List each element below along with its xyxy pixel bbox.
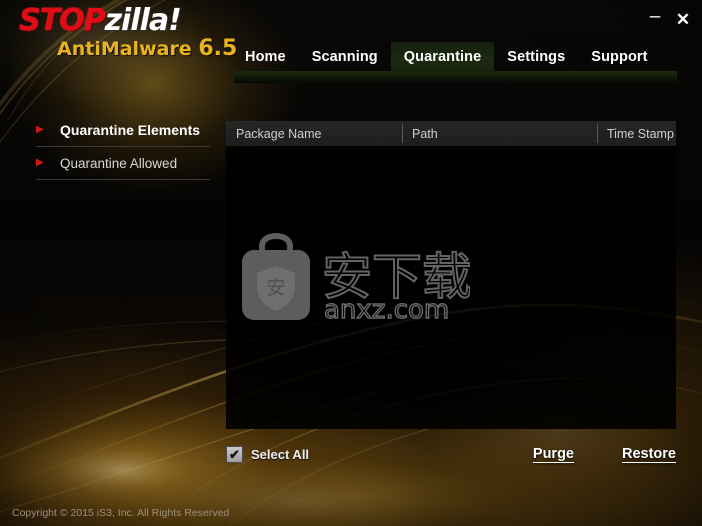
restore-button[interactable]: Restore [622, 446, 676, 462]
quarantine-table-panel: Package Name Path Time Stamp 安 安下载 anxz.… [226, 121, 676, 429]
window-controls: – ✕ [642, 4, 696, 35]
watermark-anxz: 安 安下载 anxz.com [242, 232, 470, 324]
sidebar-item-quarantine-elements[interactable]: ▶ Quarantine Elements [36, 114, 210, 147]
table-header-row: Package Name Path Time Stamp [226, 121, 676, 146]
chevron-right-icon: ▶ [36, 157, 44, 168]
svg-text:安: 安 [266, 277, 285, 299]
nav-tabs: Home Scanning Quarantine Settings Suppor… [232, 42, 661, 72]
watermark-domain-text: anxz.com [324, 295, 449, 324]
nav-underbar [234, 71, 677, 83]
sidebar-item-label: Quarantine Allowed [60, 155, 178, 171]
column-header-package-name[interactable]: Package Name [226, 121, 402, 146]
sidebar-item-quarantine-allowed[interactable]: ▶ Quarantine Allowed [36, 147, 210, 180]
sidebar: ▶ Quarantine Elements ▶ Quarantine Allow… [36, 114, 210, 180]
column-header-time-stamp[interactable]: Time Stamp [597, 121, 676, 146]
chevron-right-icon: ▶ [36, 124, 44, 135]
select-all-label: Select All [251, 446, 310, 462]
main-navigation: Home Scanning Quarantine Settings Suppor… [232, 42, 679, 86]
purge-button[interactable]: Purge [533, 446, 574, 462]
logo-product-line: AntiMalware 6.5 [19, 38, 237, 60]
close-icon[interactable]: ✕ [670, 8, 696, 32]
watermark-bag-icon: 安 [242, 232, 310, 320]
table-body-empty[interactable]: 安 安下载 anxz.com [226, 146, 676, 429]
action-links: Purge Restore [533, 446, 676, 462]
titlebar[interactable]: – ✕ [0, 0, 702, 34]
select-all-control[interactable]: ✔ Select All [226, 445, 310, 463]
tab-home[interactable]: Home [232, 42, 299, 72]
logo-product-name: AntiMalware [57, 38, 192, 60]
tab-settings[interactable]: Settings [494, 42, 578, 72]
copyright-text: Copyright © 2015 iS3, Inc. All Rights Re… [12, 507, 230, 519]
minimize-button[interactable]: – [642, 4, 668, 35]
watermark-cjk-text: 安下载 [322, 248, 470, 306]
tab-quarantine[interactable]: Quarantine [390, 42, 495, 72]
select-all-checkbox[interactable]: ✔ [226, 445, 243, 463]
sidebar-item-label: Quarantine Elements [60, 122, 201, 138]
application-window: – ✕ STOPzilla! AntiMalware 6.5 Home Scan… [0, 0, 702, 526]
column-header-path[interactable]: Path [402, 121, 597, 146]
tab-support[interactable]: Support [578, 42, 660, 72]
panel-actions-bar: ✔ Select All Purge Restore [226, 440, 676, 468]
tab-scanning[interactable]: Scanning [299, 42, 391, 72]
